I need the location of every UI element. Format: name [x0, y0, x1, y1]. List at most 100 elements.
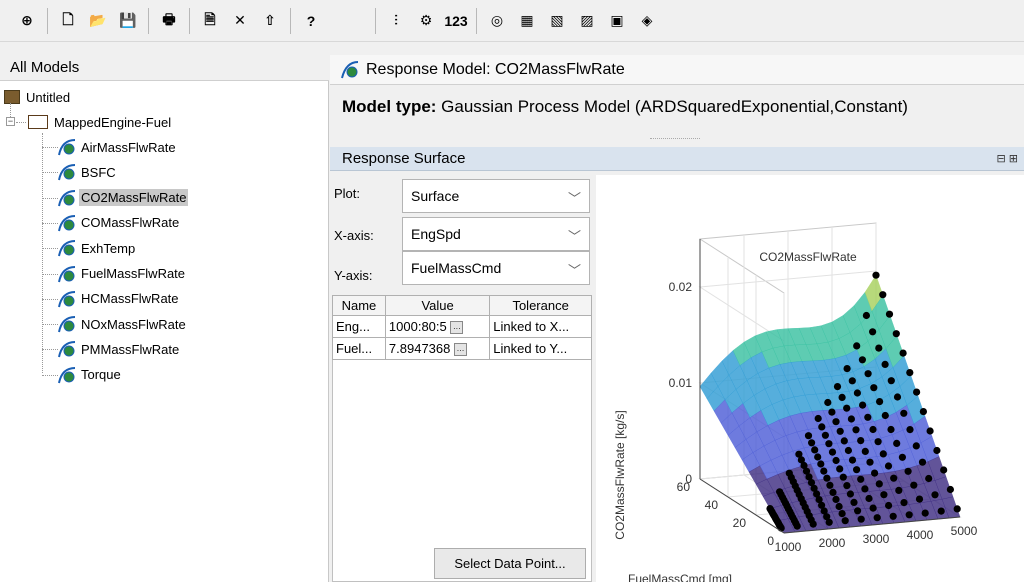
tree-model-label: AirMassFlwRate [81, 139, 176, 155]
row-value-cell[interactable]: 1000:80:5 … [384, 315, 491, 338]
data-point [847, 415, 855, 423]
data-point [853, 342, 861, 350]
print-icon[interactable]: 🖶 [157, 9, 181, 33]
yaxis-select[interactable]: FuelMassCmd ﹀ [402, 251, 590, 285]
residual-icon[interactable]: ▨ [575, 9, 599, 33]
tree-item-model[interactable]: ExhTemp [58, 237, 137, 259]
table-row[interactable]: Eng... 1000:80:5 … Linked to X... [332, 315, 592, 338]
data-point [814, 453, 822, 461]
data-point [910, 481, 918, 489]
export-icon[interactable]: ◈ [635, 9, 659, 33]
data-point [838, 510, 846, 518]
data-point [804, 432, 813, 440]
select-data-point-button[interactable]: Select Data Point... [434, 548, 586, 579]
tree-model-label: CO2MassFlwRate [79, 189, 189, 207]
predicted-icon[interactable]: ▧ [545, 9, 569, 33]
row-value-cell[interactable]: 7.8947368 … [384, 337, 491, 360]
up-icon[interactable]: ⇧ [258, 9, 282, 33]
row-name: Fuel... [332, 337, 386, 360]
row-value: 1000:80:5 [388, 318, 447, 334]
delete-icon[interactable]: ✕ [228, 9, 252, 33]
data-point [880, 491, 888, 499]
data-point [833, 383, 842, 391]
row-value: 7.8947368 [388, 340, 451, 356]
response-model-icon [58, 265, 76, 283]
y-tick-label: 40 [705, 498, 719, 512]
tree-item-model[interactable]: FuelMassFlwRate [58, 263, 187, 285]
tree-item-model[interactable]: BSFC [58, 161, 118, 183]
test-plan-icon[interactable]: ⫶ [384, 9, 408, 33]
data-point [874, 438, 882, 446]
data-point [912, 442, 920, 450]
response-surface-plot[interactable]: 1000 2000 3000 4000 5000 0 20 40 60 0 0.01 0.02 CO2M… [596, 175, 1024, 582]
plot-type-select[interactable]: Surface ﹀ [402, 179, 590, 213]
tree-item-engine[interactable]: MappedEngine-Fuel [28, 111, 173, 133]
xaxis-value: EngSpd [411, 226, 461, 242]
panel-split-controls[interactable]: ⊟ ⊞ [997, 152, 1019, 165]
table-row[interactable]: Fuel... 7.8947368 … Linked to Y... [332, 337, 592, 360]
data-point [843, 482, 851, 490]
response-model-icon [58, 366, 76, 384]
table-view-icon[interactable]: 123 [444, 9, 468, 33]
data-point [866, 458, 874, 466]
data-point [900, 409, 908, 417]
data-point [853, 466, 861, 474]
data-point [899, 349, 907, 357]
scatter-icon[interactable]: ▦ [515, 9, 539, 33]
open-icon[interactable]: 📂 [86, 9, 110, 33]
data-point [904, 467, 912, 475]
tree-item-untitled[interactable]: Untitled [4, 86, 72, 108]
data-point [879, 291, 887, 299]
save-icon[interactable]: 💾 [116, 9, 140, 33]
tree-item-model[interactable]: COMassFlwRate [58, 212, 181, 234]
toolbar-separator [476, 7, 477, 34]
design-icon[interactable]: ⊕ [15, 9, 39, 33]
tree-header: All Models [0, 55, 329, 81]
chevron-down-icon: ﹀ [567, 263, 581, 278]
y-axis-label: FuelMassCmd [mg] [628, 572, 732, 582]
tree-item-model[interactable]: Torque [58, 364, 123, 386]
tree-root-label: Untitled [26, 89, 71, 105]
x-tick-label: 4000 [907, 528, 934, 542]
tree-item-model[interactable]: PMMassFlwRate [58, 338, 181, 360]
column-header-name[interactable]: Name [332, 295, 386, 316]
column-header-value[interactable]: Value [384, 295, 491, 316]
response-model-icon [58, 290, 76, 308]
z-tick-label: 0 [685, 472, 692, 486]
xaxis-select[interactable]: EngSpd ﹀ [402, 217, 590, 251]
surface-chart[interactable]: 1000 2000 3000 4000 5000020406000.010.02CO2M… [596, 175, 1024, 582]
data-point [840, 437, 848, 445]
help-icon[interactable]: ? [299, 9, 323, 33]
column-header-tolerance[interactable]: Tolerance [489, 295, 592, 316]
new-model-icon[interactable]: 🗎 [198, 9, 222, 33]
data-point [826, 481, 834, 489]
response-model-icon [340, 60, 360, 80]
ellipsis-button[interactable]: … [453, 343, 467, 357]
surface-icon[interactable]: ◎ [485, 9, 509, 33]
data-point [846, 490, 854, 498]
data-point [873, 514, 881, 522]
data-point [811, 446, 819, 454]
points-icon[interactable]: ▣ [605, 9, 629, 33]
splitter-handle[interactable] [650, 138, 700, 143]
tree-item-model[interactable]: CO2MassFlwRate [58, 187, 189, 209]
data-point [876, 398, 884, 406]
tree-item-model[interactable]: NOxMassFlwRate [58, 313, 188, 335]
data-point [869, 425, 877, 434]
data-point [858, 356, 866, 364]
data-point [854, 507, 862, 515]
tree-item-model[interactable]: AirMassFlwRate [58, 136, 178, 158]
tree-model-label: Torque [81, 367, 121, 383]
new-icon[interactable]: 🗋 [56, 9, 80, 33]
tree-item-model[interactable]: HCMassFlwRate [58, 288, 181, 310]
collapse-icon[interactable]: − [6, 117, 15, 126]
data-point [861, 447, 869, 455]
data-point [859, 401, 867, 409]
data-point [887, 377, 895, 385]
data-point [848, 377, 856, 385]
ellipsis-button[interactable]: … [450, 321, 464, 335]
data-point [871, 469, 879, 477]
data-point [893, 439, 901, 447]
data-point [887, 425, 895, 434]
fit-icon[interactable]: ⚙ [414, 9, 438, 33]
